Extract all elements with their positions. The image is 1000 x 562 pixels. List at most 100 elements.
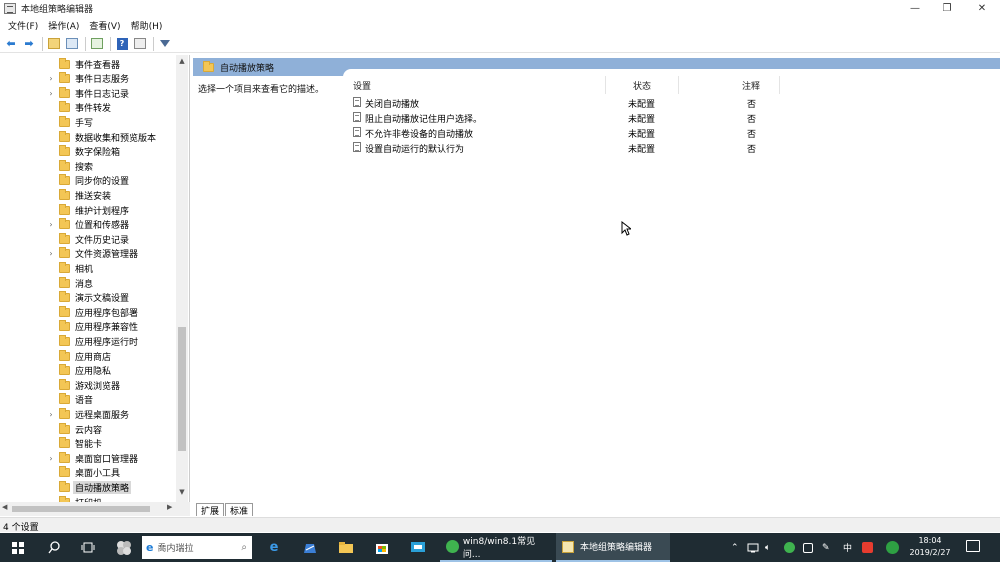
menu-action[interactable]: 操作(A) <box>44 19 83 32</box>
store-bag-icon[interactable] <box>294 533 326 562</box>
menu-help[interactable]: 帮助(H) <box>127 19 167 32</box>
tray-app-icon[interactable] <box>803 533 813 562</box>
volume-icon[interactable]: 🔈︎ <box>765 533 770 562</box>
tree-item[interactable]: 应用程序兼容性 <box>0 320 176 334</box>
tree-item[interactable]: 应用商店 <box>0 349 176 363</box>
tree-item[interactable]: 文件历史记录 <box>0 232 176 246</box>
expand-chevron-icon[interactable]: › <box>47 220 55 229</box>
pinwheel-app-icon[interactable] <box>108 533 140 562</box>
input-method-icon[interactable] <box>862 533 873 562</box>
remote-app-icon[interactable] <box>402 533 434 562</box>
tree-item[interactable]: 推送安装 <box>0 188 176 202</box>
list-item[interactable]: 关闭自动播放 未配置 否 <box>343 95 1000 110</box>
tree-item[interactable]: › 桌面窗口管理器 <box>0 451 176 465</box>
list-item[interactable]: 不允许非卷设备的自动播放 未配置 否 <box>343 125 1000 140</box>
tree-item[interactable]: 自动播放策略 <box>0 480 176 494</box>
column-header-state[interactable]: 状态 <box>633 79 651 92</box>
minimize-button[interactable]: — <box>900 0 930 16</box>
tree-item[interactable]: 云内容 <box>0 422 176 436</box>
tree-item[interactable]: 数据收集和预览版本 <box>0 130 176 144</box>
list-item[interactable]: 阻止自动播放记住用户选择。 未配置 否 <box>343 110 1000 125</box>
action-center-icon[interactable] <box>966 540 980 552</box>
scroll-left-icon[interactable]: ◀ <box>2 503 7 511</box>
menu-file[interactable]: 文件(F) <box>4 19 42 32</box>
tree-item[interactable]: › 事件日志记录 <box>0 86 176 100</box>
tab-standard[interactable]: 标准 <box>225 503 254 517</box>
close-button[interactable]: ✕ <box>964 0 1000 16</box>
security-app-icon[interactable] <box>886 533 899 562</box>
forward-arrow-icon[interactable]: ➡ <box>21 36 37 52</box>
tab-extended[interactable]: 扩展 <box>196 503 225 517</box>
list-item[interactable]: 设置自动运行的默认行为 未配置 否 <box>343 140 1000 155</box>
expand-chevron-icon[interactable]: › <box>47 454 55 463</box>
scroll-right-icon[interactable]: ▶ <box>167 503 172 511</box>
tray-app-green-icon[interactable] <box>784 533 795 562</box>
tree-item[interactable]: › 文件资源管理器 <box>0 247 176 261</box>
column-header-setting[interactable]: 设置 <box>353 79 371 92</box>
taskbar-gpedit-window[interactable]: 本地组策略编辑器 <box>556 533 670 562</box>
tree-item[interactable]: 智能卡 <box>0 437 176 451</box>
pen-icon[interactable]: ✎ <box>822 533 830 562</box>
expand-chevron-icon[interactable]: › <box>47 89 55 98</box>
expand-chevron-icon[interactable]: › <box>47 74 55 83</box>
properties-icon[interactable] <box>132 36 148 52</box>
filter-icon[interactable] <box>157 36 173 52</box>
tree-item[interactable]: › 位置和传感器 <box>0 218 176 232</box>
column-header-comment[interactable]: 注释 <box>742 79 760 92</box>
search-icon[interactable] <box>38 533 70 562</box>
tree-item[interactable]: 应用程序包部署 <box>0 305 176 319</box>
menu-view[interactable]: 查看(V) <box>85 19 124 32</box>
column-divider[interactable] <box>779 76 780 94</box>
file-explorer-icon[interactable] <box>330 533 362 562</box>
scroll-up-icon[interactable]: ▲ <box>176 57 188 69</box>
tree-item-label: 相机 <box>75 264 94 275</box>
tree-item[interactable]: 手写 <box>0 115 176 129</box>
system-clock[interactable]: 18:04 2019/2/27 <box>905 535 955 559</box>
back-arrow-icon[interactable]: ⬅ <box>3 36 19 52</box>
tree-item[interactable]: 消息 <box>0 276 176 290</box>
start-button[interactable] <box>0 533 36 562</box>
tree-item[interactable]: 搜索 <box>0 159 176 173</box>
tree-item[interactable]: 事件查看器 <box>0 57 176 71</box>
folder-icon <box>59 218 70 230</box>
tree-item[interactable]: 同步你的设置 <box>0 174 176 188</box>
taskbar-browser-window[interactable]: win8/win8.1常见问... <box>440 533 552 562</box>
tree-item[interactable]: 相机 <box>0 261 176 275</box>
column-divider[interactable] <box>605 76 606 94</box>
tree-item[interactable]: 桌面小工具 <box>0 466 176 480</box>
scroll-thumb-horizontal[interactable] <box>12 506 150 512</box>
tree-horizontal-scrollbar[interactable]: ◀ ▶ <box>0 502 190 516</box>
tree-item[interactable]: 维护计划程序 <box>0 203 176 217</box>
tree-item[interactable]: › 事件日志服务 <box>0 72 176 86</box>
edge-browser-icon[interactable]: e <box>258 533 290 562</box>
expand-chevron-icon[interactable]: › <box>47 410 55 419</box>
export-list-icon[interactable] <box>89 36 105 52</box>
task-view-icon[interactable] <box>72 533 104 562</box>
folder-icon <box>59 437 70 449</box>
show-hide-tree-icon[interactable] <box>64 36 80 52</box>
tree-item-label: 桌面窗口管理器 <box>75 454 139 465</box>
scroll-down-icon[interactable]: ▼ <box>176 488 188 500</box>
ime-indicator[interactable]: 中 <box>843 533 852 562</box>
expand-chevron-icon[interactable]: › <box>47 249 55 258</box>
maximize-button[interactable]: ❐ <box>932 0 962 16</box>
taskbar-search-box[interactable]: e 喬内瑞拉 ⌕ <box>142 536 252 559</box>
tree-item[interactable]: 打印机 <box>0 495 176 502</box>
tree-item[interactable]: 演示文稿设置 <box>0 291 176 305</box>
show-hidden-icons-chevron-icon[interactable]: ⌃ <box>731 533 739 562</box>
tree-item[interactable]: 应用隐私 <box>0 364 176 378</box>
column-divider[interactable] <box>678 76 679 94</box>
tree-item[interactable]: 数字保险箱 <box>0 145 176 159</box>
tree-item[interactable]: 语音 <box>0 393 176 407</box>
up-folder-icon[interactable] <box>46 36 62 52</box>
tree-item[interactable]: › 远程桌面服务 <box>0 407 176 421</box>
tree-vertical-scrollbar[interactable]: ▲ ▼ <box>176 55 188 502</box>
tree-item[interactable]: 应用程序运行时 <box>0 334 176 348</box>
tree-item[interactable]: 事件转发 <box>0 101 176 115</box>
scroll-thumb[interactable] <box>178 327 186 451</box>
tree-item[interactable]: 游戏浏览器 <box>0 378 176 392</box>
tree-item-label: 维护计划程序 <box>75 206 130 217</box>
network-icon[interactable] <box>747 533 759 562</box>
microsoft-store-icon[interactable] <box>366 533 398 562</box>
help-icon[interactable]: ? <box>114 36 130 52</box>
